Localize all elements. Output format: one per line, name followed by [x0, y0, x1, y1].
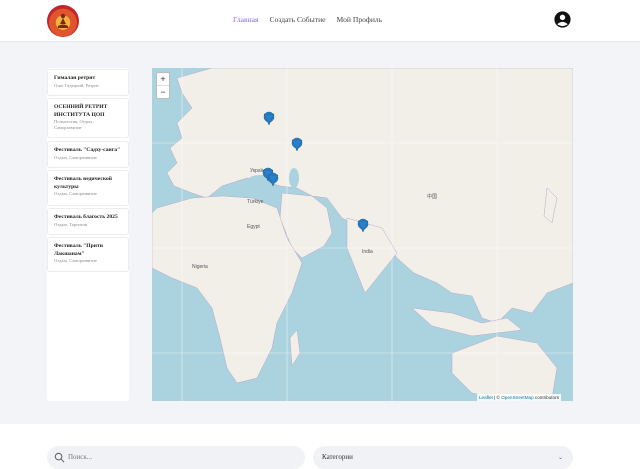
nav-home[interactable]: Главная: [233, 15, 259, 24]
category-value: Категории: [322, 453, 353, 461]
user-profile-icon[interactable]: [554, 11, 571, 28]
map-label-nigeria: Nigeria: [192, 264, 208, 270]
search-placeholder: Поиск...: [68, 453, 93, 461]
event-title: ОСЕННИЙ РЕТРИТ ИНСТИТУТА ЦОП: [54, 104, 108, 118]
nav-my-profile[interactable]: Мой Профиль: [337, 15, 383, 24]
event-subtitle: Отдых, Саморазвитие: [54, 191, 97, 197]
event-title: Фестиваль "Прити Лакшанам": [54, 243, 103, 257]
search-icon: [54, 452, 65, 463]
event-subtitle: Психология, Отдых, Саморазвитие: [54, 119, 94, 131]
map-label-india: India: [362, 249, 373, 255]
event-card[interactable]: Гималаи ретрит Олег Гадецкий, Ретрит: [47, 69, 129, 96]
event-title: Гималаи ретрит: [54, 75, 96, 81]
zoom-in-button[interactable]: +: [157, 73, 169, 86]
event-subtitle: Отдых, Саморазвитие: [54, 154, 97, 160]
africa-landmass: [152, 195, 303, 384]
caspian-sea: [289, 168, 299, 188]
australia-landmass: [451, 335, 558, 401]
event-title: Фестиваль благость 2025: [54, 214, 118, 220]
map-label-egypt: Egypt: [247, 224, 260, 230]
main-nav: Главная Создать Событие Мой Профиль: [233, 15, 382, 24]
event-subtitle: Отдых, Саморазвитие: [54, 258, 97, 264]
map-label-turkey: Türkiye: [247, 199, 264, 205]
top-header: Главная Создать Событие Мой Профиль: [0, 0, 640, 42]
attribution-tail: contributors: [533, 395, 559, 400]
app-logo[interactable]: [47, 5, 79, 37]
leaflet-link[interactable]: Leaflet: [479, 395, 493, 400]
map-tiles: Україна Türkiye India Egypt Nigeria 中国: [152, 68, 573, 401]
madagascar-landmass: [289, 329, 301, 367]
event-card[interactable]: Фестиваль "Садху-санга" Отдых, Саморазви…: [47, 141, 129, 168]
event-subtitle: Олег Гадецкий, Ретрит: [54, 82, 99, 88]
zoom-out-button[interactable]: −: [157, 86, 169, 99]
events-map[interactable]: Україна Türkiye India Egypt Nigeria 中国: [152, 68, 573, 401]
map-label-china: 中国: [427, 193, 437, 200]
osm-link[interactable]: OpenStreetMap: [501, 395, 533, 400]
category-select[interactable]: Категории ⌄: [313, 446, 573, 469]
event-card[interactable]: ОСЕННИЙ РЕТРИТ ИНСТИТУТА ЦОП Психология,…: [47, 98, 129, 138]
meditation-figure-icon: [58, 13, 68, 28]
attribution-separator: | ©: [492, 395, 502, 400]
event-title: Фестиваль ведической культуры: [54, 176, 113, 190]
event-card[interactable]: Фестиваль благость 2025 Отдых, Торговля: [47, 208, 129, 235]
nav-create-event[interactable]: Создать Событие: [270, 15, 326, 24]
map-zoom-control: + −: [156, 72, 170, 99]
event-card[interactable]: Фестиваль ведической культуры Отдых, Сам…: [47, 170, 129, 206]
search-input[interactable]: Поиск...: [47, 446, 305, 469]
map-attribution: Leaflet | © OpenStreetMap contributors: [477, 394, 561, 401]
event-subtitle: Отдых, Торговля: [54, 221, 87, 227]
chevron-down-icon: ⌄: [558, 454, 564, 461]
event-card[interactable]: Фестиваль "Прити Лакшанам" Отдых, Самора…: [47, 237, 129, 272]
event-title: Фестиваль "Садху-санга": [54, 147, 121, 153]
